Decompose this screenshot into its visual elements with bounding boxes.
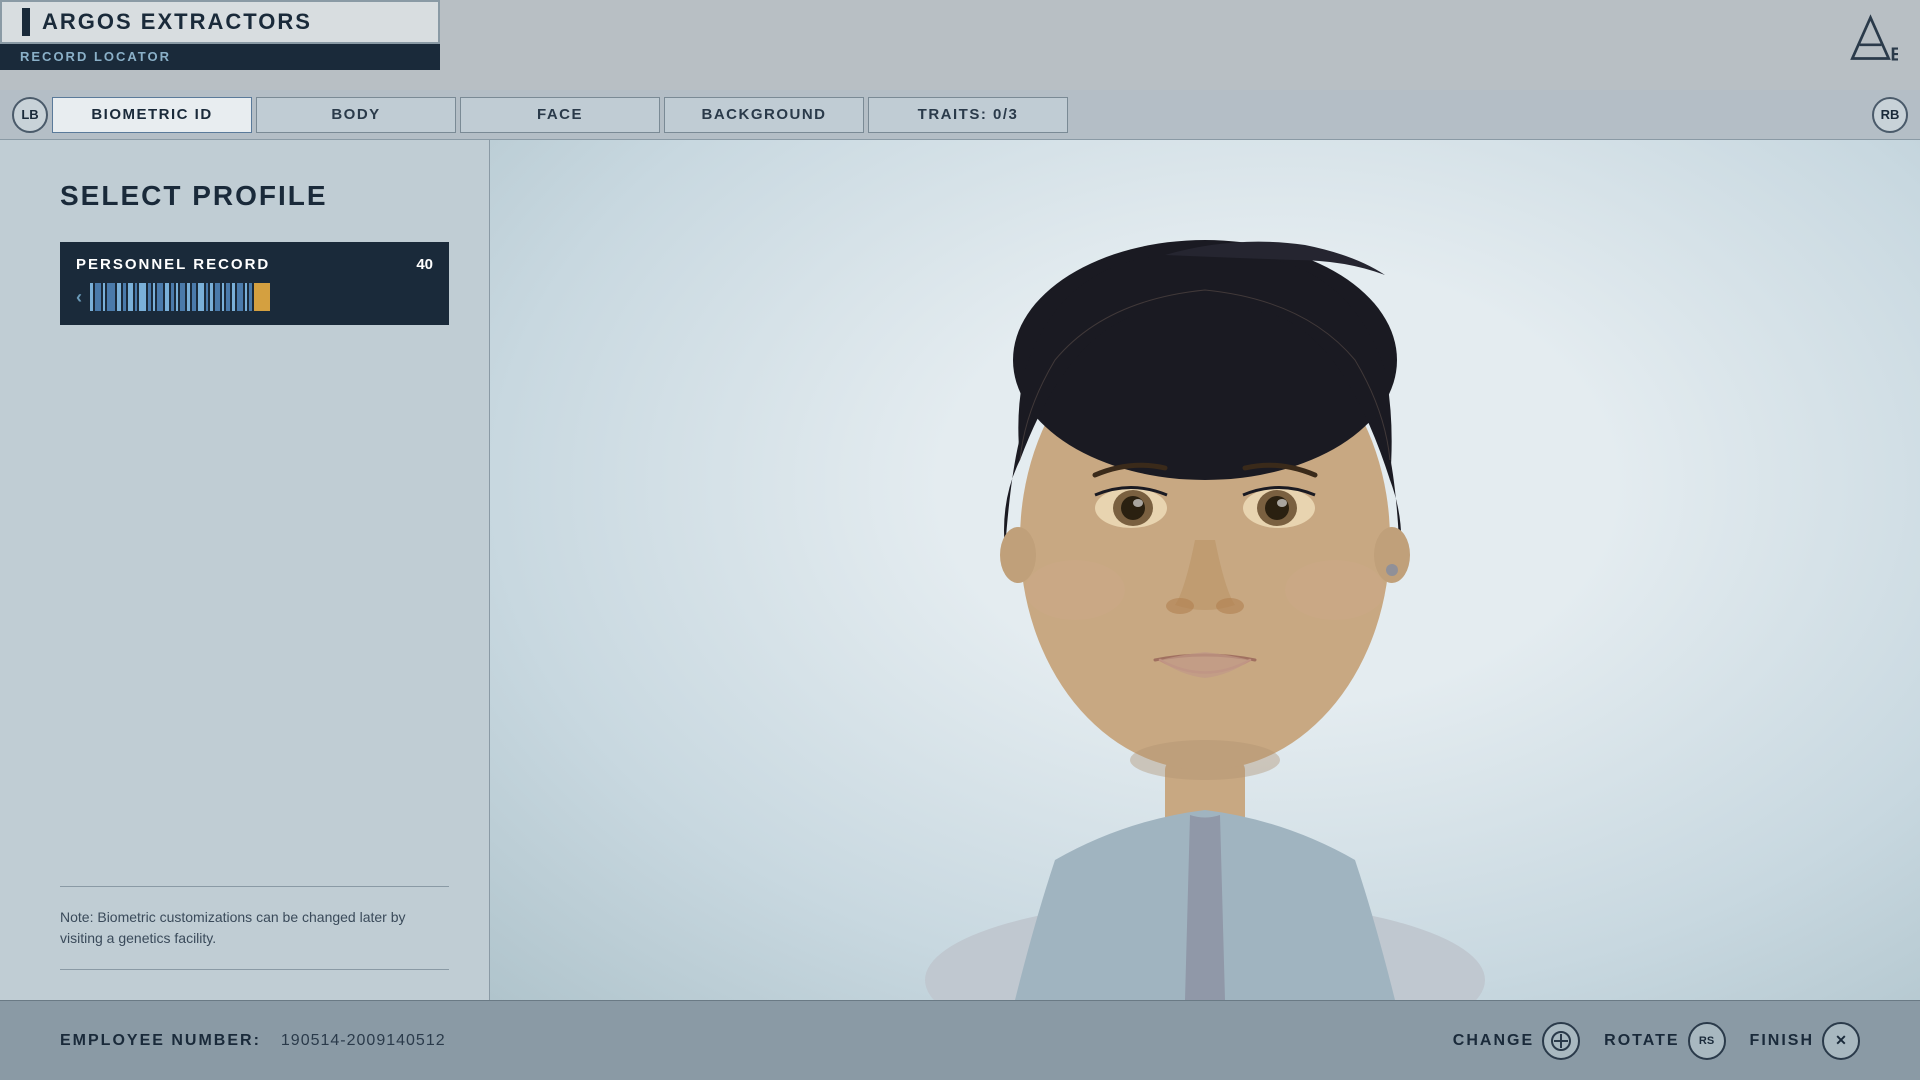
bar <box>123 283 126 311</box>
note-divider-top <box>60 886 449 887</box>
employee-number: 190514-2009140512 <box>281 1032 446 1050</box>
finish-action: FINISH ✕ <box>1750 1022 1860 1060</box>
rotate-button[interactable]: RS <box>1688 1022 1726 1060</box>
bar <box>198 283 204 311</box>
bar <box>222 283 224 311</box>
bar <box>187 283 190 311</box>
change-icon <box>1550 1030 1572 1052</box>
section-title: SELECT PROFILE <box>60 180 449 212</box>
bar <box>215 283 220 311</box>
bar <box>107 283 115 311</box>
rb-button[interactable]: RB <box>1872 97 1908 133</box>
bar <box>226 283 230 311</box>
tab-biometric-id[interactable]: BIOMETRIC ID <box>52 97 252 133</box>
tab-body[interactable]: BODY <box>256 97 456 133</box>
left-panel: SELECT PROFILE PERSONNEL RECORD 40 ‹ <box>0 140 490 1000</box>
finish-button[interactable]: ✕ <box>1822 1022 1860 1060</box>
bar <box>192 283 196 311</box>
ae-logo: E <box>1840 10 1900 65</box>
lb-button[interactable]: LB <box>12 97 48 133</box>
app-title-bar: ARGOS EXTRACTORS <box>0 0 440 44</box>
bar <box>176 283 178 311</box>
profile-card[interactable]: PERSONNEL RECORD 40 ‹ <box>60 242 449 325</box>
bar <box>95 283 101 311</box>
profile-card-bar-row: ‹ <box>76 283 433 311</box>
bar <box>128 283 133 311</box>
bar <box>90 283 93 311</box>
note-divider-bottom <box>60 969 449 970</box>
bar <box>117 283 121 311</box>
record-locator-text: RECORD LOCATOR <box>20 49 171 64</box>
rotate-action: ROTATE RS <box>1604 1022 1725 1060</box>
bar <box>157 283 163 311</box>
bar <box>165 283 169 311</box>
finish-button-label: ✕ <box>1835 1032 1847 1049</box>
profile-card-title: PERSONNEL RECORD <box>76 256 270 273</box>
tab-traits[interactable]: TRAITS: 0/3 <box>868 97 1068 133</box>
note-text: Note: Biometric customizations can be ch… <box>60 907 449 949</box>
bar <box>232 283 235 311</box>
app-title: ARGOS EXTRACTORS <box>42 9 312 35</box>
ae-logo-svg: E <box>1843 13 1898 63</box>
record-locator-bar: RECORD LOCATOR <box>0 44 440 70</box>
bottom-bar: EMPLOYEE NUMBER: 190514-2009140512 CHANG… <box>0 1000 1920 1080</box>
main-content: SELECT PROFILE PERSONNEL RECORD 40 ‹ <box>0 140 1920 1000</box>
title-indicator <box>22 8 30 36</box>
profile-barcode <box>90 283 433 311</box>
title-block: ARGOS EXTRACTORS RECORD LOCATOR <box>0 0 440 70</box>
bar <box>153 283 155 311</box>
bar <box>210 283 213 311</box>
change-button[interactable] <box>1542 1022 1580 1060</box>
svg-text:E: E <box>1890 44 1898 63</box>
change-action: CHANGE <box>1453 1022 1580 1060</box>
portrait-container <box>490 140 1920 1000</box>
bar <box>245 283 247 311</box>
spacer <box>60 325 449 886</box>
tab-background[interactable]: BACKGROUND <box>664 97 864 133</box>
tab-face[interactable]: FACE <box>460 97 660 133</box>
bar <box>237 283 243 311</box>
profile-nav-arrow[interactable]: ‹ <box>76 287 82 308</box>
finish-label: FINISH <box>1750 1032 1814 1050</box>
bar <box>139 283 146 311</box>
rotate-button-label: RS <box>1699 1035 1714 1047</box>
top-header: ARGOS EXTRACTORS RECORD LOCATOR E <box>0 0 1920 90</box>
bar <box>103 283 105 311</box>
character-portrait-svg <box>855 140 1555 1000</box>
nav-tabs: LB BIOMETRIC ID BODY FACE BACKGROUND TRA… <box>0 90 1920 140</box>
bar <box>148 283 151 311</box>
bar <box>171 283 174 311</box>
bottom-actions: CHANGE ROTATE RS FINISH ✕ <box>1453 1022 1860 1060</box>
right-panel <box>490 140 1920 1000</box>
bar <box>206 283 208 311</box>
bar <box>249 283 252 311</box>
profile-card-header: PERSONNEL RECORD 40 <box>76 256 433 273</box>
bar <box>180 283 185 311</box>
employee-label: EMPLOYEE NUMBER: <box>60 1032 261 1050</box>
bar <box>135 283 137 311</box>
profile-card-number: 40 <box>416 256 433 273</box>
bar-accent <box>254 283 270 311</box>
rotate-label: ROTATE <box>1604 1032 1679 1050</box>
change-label: CHANGE <box>1453 1032 1534 1050</box>
